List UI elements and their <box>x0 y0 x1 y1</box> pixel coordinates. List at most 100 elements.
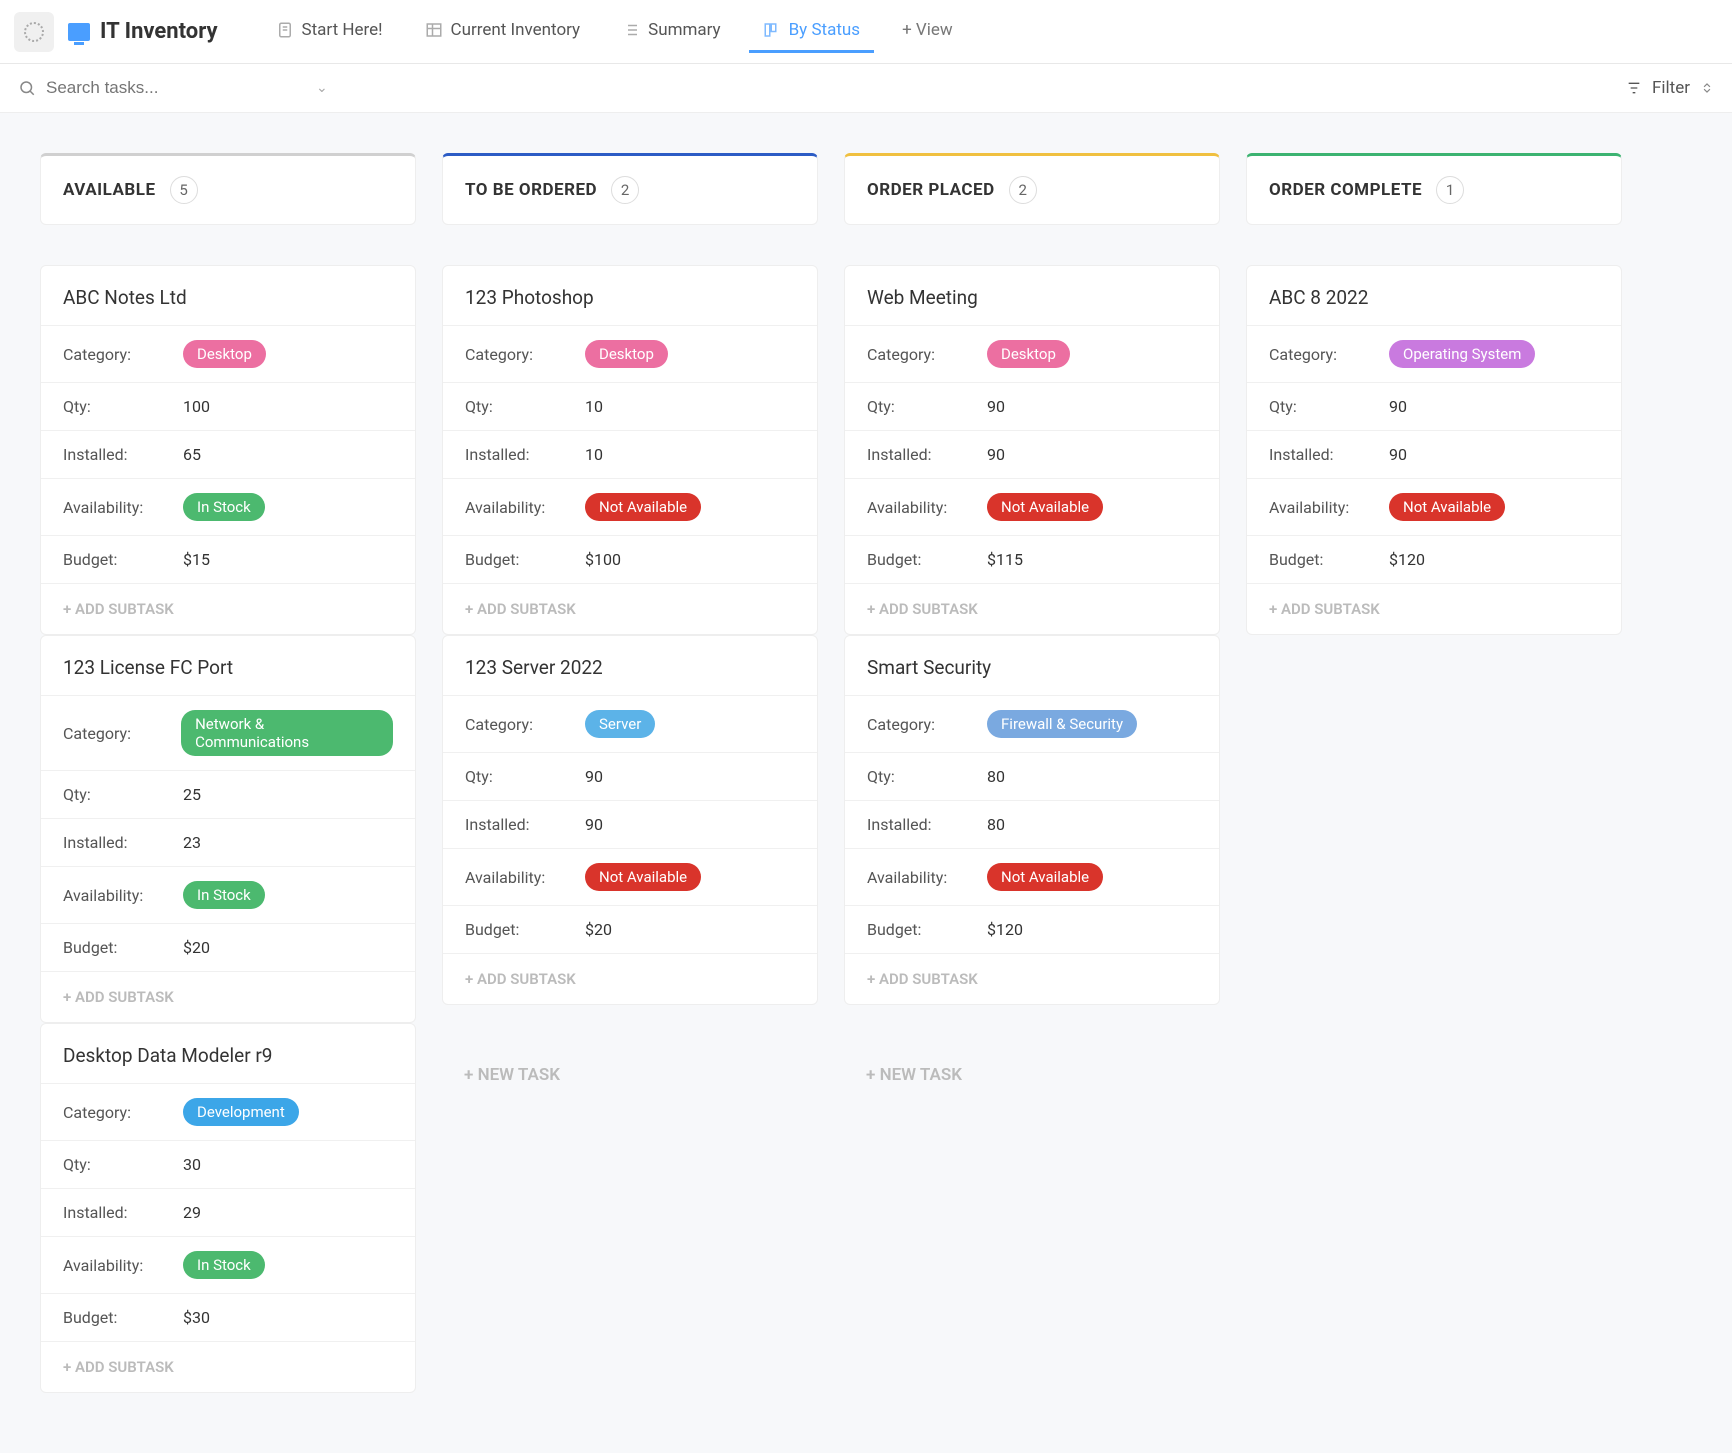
qty-value: 90 <box>585 767 603 786</box>
card-title: Smart Security <box>845 636 1219 696</box>
field-label: Availability: <box>867 868 987 887</box>
field-row: Qty:80 <box>845 753 1219 801</box>
search-input[interactable] <box>46 78 246 98</box>
field-row: Qty:25 <box>41 771 415 819</box>
tab-label: By Status <box>789 20 860 40</box>
category-pill: Desktop <box>183 340 266 368</box>
column-count-badge: 5 <box>170 176 198 204</box>
column-header[interactable]: AVAILABLE 5 <box>40 153 416 225</box>
field-label: Budget: <box>1269 550 1389 569</box>
field-label: Availability: <box>1269 498 1389 517</box>
filter-group[interactable]: Filter <box>1626 78 1714 98</box>
tab-label: Current Inventory <box>451 20 581 40</box>
field-row: Installed:90 <box>1247 431 1621 479</box>
tab-current-inventory[interactable]: Current Inventory <box>411 10 595 53</box>
category-pill: Development <box>183 1098 299 1126</box>
task-card[interactable]: ABC Notes LtdCategory:DesktopQty:100Inst… <box>40 265 416 635</box>
field-label: Availability: <box>867 498 987 517</box>
field-row: Availability:Not Available <box>1247 479 1621 536</box>
task-card[interactable]: Smart SecurityCategory:Firewall & Securi… <box>844 635 1220 1005</box>
field-label: Category: <box>465 345 585 364</box>
field-row: Installed:80 <box>845 801 1219 849</box>
budget-value: $30 <box>183 1308 210 1327</box>
tab-start-here[interactable]: Start Here! <box>262 10 397 53</box>
doc-icon <box>276 21 294 39</box>
task-card[interactable]: ABC 8 2022Category:Operating SystemQty:9… <box>1246 265 1622 635</box>
field-row: Availability:In Stock <box>41 867 415 924</box>
field-label: Budget: <box>63 550 183 569</box>
task-card[interactable]: 123 Server 2022Category:ServerQty:90Inst… <box>442 635 818 1005</box>
qty-value: 30 <box>183 1155 201 1174</box>
add-subtask-button[interactable]: + ADD SUBTASK <box>443 954 817 1004</box>
new-task-button[interactable]: + NEW TASK <box>442 1045 818 1105</box>
new-task-button[interactable]: + NEW TASK <box>844 1045 1220 1105</box>
chevron-down-icon[interactable]: ⌄ <box>316 80 328 96</box>
field-label: Category: <box>63 345 183 364</box>
tab-summary[interactable]: Summary <box>608 10 734 53</box>
field-label: Category: <box>465 715 585 734</box>
task-card[interactable]: 123 License FC PortCategory:Network & Co… <box>40 635 416 1023</box>
add-subtask-button[interactable]: + ADD SUBTASK <box>845 954 1219 1004</box>
field-label: Budget: <box>465 920 585 939</box>
field-row: Availability:Not Available <box>845 479 1219 536</box>
field-label: Category: <box>867 345 987 364</box>
field-label: Category: <box>1269 345 1389 364</box>
column-available: AVAILABLE5ABC Notes LtdCategory:DesktopQ… <box>40 153 416 1393</box>
budget-value: $100 <box>585 550 621 569</box>
field-label: Availability: <box>63 498 183 517</box>
budget-value: $120 <box>987 920 1023 939</box>
qty-value: 80 <box>987 767 1005 786</box>
field-label: Availability: <box>63 1256 183 1275</box>
card-title: 123 Server 2022 <box>443 636 817 696</box>
field-row: Category:Desktop <box>41 326 415 383</box>
field-row: Budget:$120 <box>845 906 1219 954</box>
field-row: Category:Development <box>41 1084 415 1141</box>
task-card[interactable]: 123 PhotoshopCategory:DesktopQty:10Insta… <box>442 265 818 635</box>
toolbar-row: ⌄ Filter <box>0 64 1732 113</box>
qty-value: 10 <box>585 397 603 416</box>
field-row: Budget:$115 <box>845 536 1219 584</box>
column-header[interactable]: TO BE ORDERED2 <box>442 153 818 225</box>
qty-value: 25 <box>183 785 201 804</box>
field-label: Budget: <box>867 550 987 569</box>
monitor-icon <box>68 23 90 41</box>
field-label: Installed: <box>465 445 585 464</box>
budget-value: $115 <box>987 550 1023 569</box>
column-header[interactable]: ORDER COMPLETE1 <box>1246 153 1622 225</box>
add-subtask-button[interactable]: + ADD SUBTASK <box>443 584 817 634</box>
installed-value: 90 <box>1389 445 1407 464</box>
column-title: AVAILABLE <box>63 180 156 200</box>
field-row: Installed:90 <box>845 431 1219 479</box>
field-row: Installed:29 <box>41 1189 415 1237</box>
availability-pill: In Stock <box>183 493 265 521</box>
expand-icon[interactable] <box>1700 81 1714 95</box>
add-view-button[interactable]: + View <box>888 10 967 53</box>
task-card[interactable]: Web MeetingCategory:DesktopQty:90Install… <box>844 265 1220 635</box>
field-label: Qty: <box>63 397 183 416</box>
field-row: Installed:65 <box>41 431 415 479</box>
add-subtask-button[interactable]: + ADD SUBTASK <box>41 972 415 1022</box>
field-label: Qty: <box>63 785 183 804</box>
field-label: Installed: <box>465 815 585 834</box>
column-title: TO BE ORDERED <box>465 180 597 200</box>
field-label: Availability: <box>465 868 585 887</box>
add-subtask-button[interactable]: + ADD SUBTASK <box>41 584 415 634</box>
field-label: Qty: <box>1269 397 1389 416</box>
installed-value: 23 <box>183 833 201 852</box>
tab-by-status[interactable]: By Status <box>749 10 874 53</box>
add-subtask-button[interactable]: + ADD SUBTASK <box>1247 584 1621 634</box>
field-row: Installed:90 <box>443 801 817 849</box>
availability-pill: Not Available <box>1389 493 1505 521</box>
filter-label: Filter <box>1652 78 1690 98</box>
app-menu-button[interactable] <box>14 12 54 52</box>
add-subtask-button[interactable]: + ADD SUBTASK <box>845 584 1219 634</box>
availability-pill: Not Available <box>585 493 701 521</box>
task-card[interactable]: Desktop Data Modeler r9Category:Developm… <box>40 1023 416 1393</box>
column-title: ORDER COMPLETE <box>1269 180 1422 200</box>
add-view-label: + View <box>902 20 953 40</box>
add-subtask-button[interactable]: + ADD SUBTASK <box>41 1342 415 1392</box>
column-header[interactable]: ORDER PLACED2 <box>844 153 1220 225</box>
qty-value: 100 <box>183 397 210 416</box>
field-row: Qty:90 <box>443 753 817 801</box>
page-title: IT Inventory <box>100 19 218 44</box>
